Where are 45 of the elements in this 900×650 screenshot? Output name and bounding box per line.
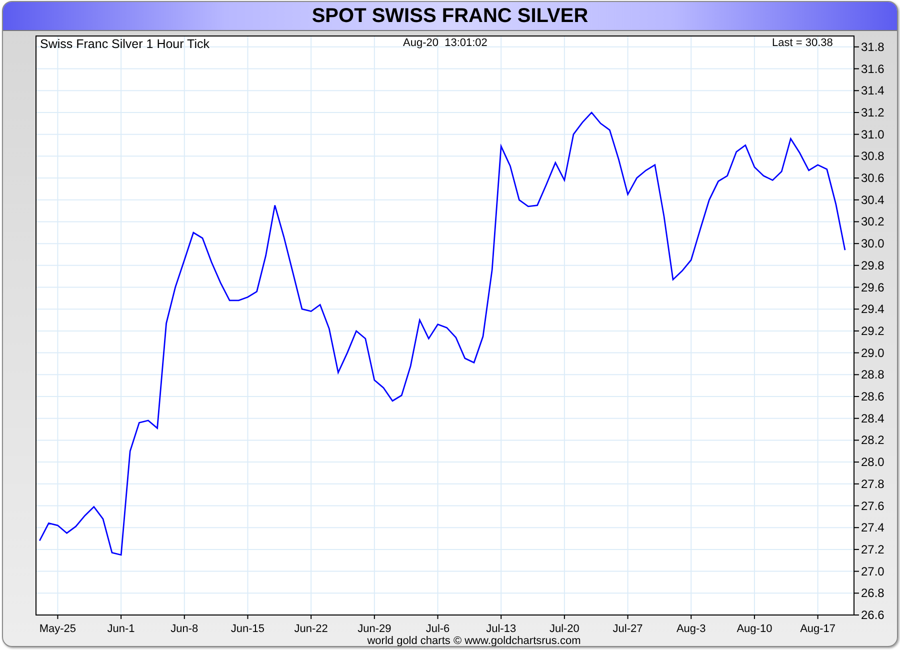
x-tick-label: Jul-27 bbox=[612, 623, 643, 635]
y-tick-label: 26.6 bbox=[861, 608, 884, 622]
y-tick-label: 29.4 bbox=[861, 302, 884, 316]
x-tick-label: Jul-6 bbox=[426, 623, 450, 635]
y-tick-label: 27.2 bbox=[861, 542, 884, 556]
chart-title: Swiss Franc Silver 1 Hour Tick bbox=[40, 37, 210, 51]
y-tick-label: 30.4 bbox=[861, 192, 884, 207]
y-tick-label: 29.8 bbox=[861, 258, 884, 272]
x-tick-label: Jul-13 bbox=[486, 623, 516, 635]
page-title: SPOT SWISS FRANC SILVER bbox=[312, 4, 588, 28]
x-tick-label: Jun-15 bbox=[230, 623, 265, 635]
last-price: Last = 30.38 bbox=[772, 37, 833, 49]
y-tick-label: 29.6 bbox=[861, 280, 884, 294]
y-tick-label: 31.0 bbox=[861, 127, 884, 142]
y-tick-label: 31.2 bbox=[861, 105, 884, 120]
x-tick-label: Jun-1 bbox=[107, 623, 135, 635]
footer-credit: world gold charts © www.goldchartsrus.com bbox=[367, 635, 581, 646]
x-tick-label: Jun-29 bbox=[358, 623, 392, 635]
y-tick-label: 29.0 bbox=[861, 346, 884, 360]
y-tick-label: 28.2 bbox=[861, 433, 884, 448]
y-tick-label: 28.4 bbox=[861, 411, 884, 426]
y-tick-label: 27.0 bbox=[861, 564, 884, 578]
y-tick-label: 28.0 bbox=[861, 455, 884, 470]
y-tick-label: 27.4 bbox=[861, 520, 884, 535]
y-tick-label: 30.6 bbox=[861, 171, 884, 186]
y-tick-label: 28.6 bbox=[861, 390, 884, 404]
y-tick-label: 30.8 bbox=[861, 149, 884, 164]
x-tick-label: Jun-8 bbox=[170, 623, 198, 635]
y-tick-label: 26.8 bbox=[861, 586, 884, 600]
y-tick-label: 31.4 bbox=[861, 84, 884, 98]
x-tick-label: Jun-22 bbox=[294, 623, 328, 635]
x-tick-label: Aug-10 bbox=[736, 623, 772, 635]
y-tick-label: 30.2 bbox=[861, 214, 884, 229]
y-tick-label: 29.2 bbox=[861, 324, 884, 338]
timestamp: Aug-20 13:01:02 bbox=[403, 37, 488, 49]
y-tick-label: 27.8 bbox=[861, 476, 884, 491]
y-tick-label: 31.6 bbox=[861, 62, 884, 76]
x-tick-label: Jul-20 bbox=[549, 623, 580, 635]
x-tick-label: Aug-17 bbox=[800, 623, 836, 635]
y-tick-label: 27.6 bbox=[861, 498, 884, 513]
y-tick-label: 31.8 bbox=[861, 40, 884, 54]
y-tick-label: 28.8 bbox=[861, 368, 884, 382]
y-tick-label: 30.0 bbox=[861, 236, 884, 251]
x-tick-label: Aug-3 bbox=[676, 623, 706, 635]
x-tick-label: May-25 bbox=[39, 623, 76, 635]
